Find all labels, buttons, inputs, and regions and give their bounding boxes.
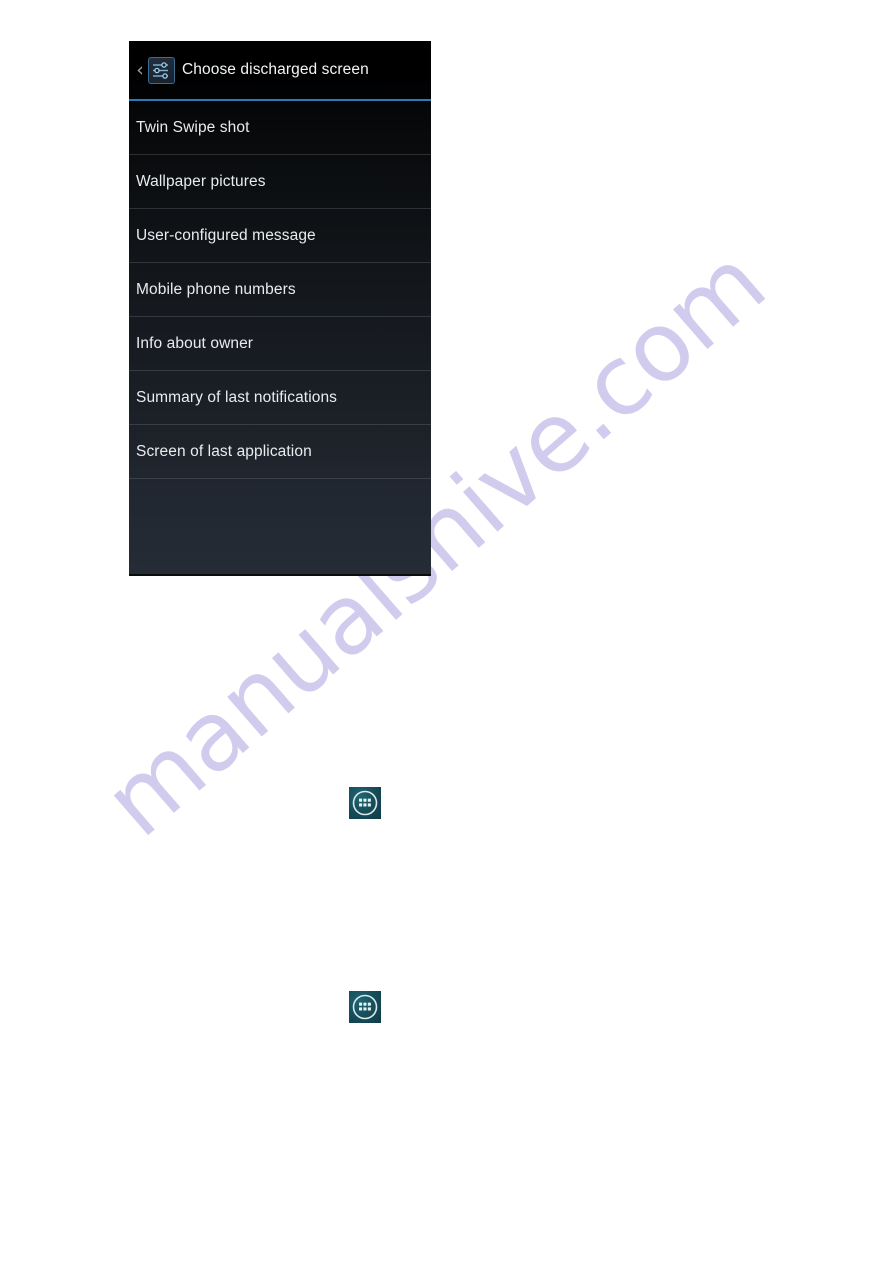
back-chevron-icon[interactable]: ‹: [134, 60, 146, 80]
list-item-summary-of-last-notifications[interactable]: Summary of last notifications: [129, 371, 431, 425]
list-item-user-configured-message[interactable]: User-configured message: [129, 209, 431, 263]
list-item-twin-swipe-shot[interactable]: Twin Swipe shot: [129, 101, 431, 155]
list-item-label: Twin Swipe shot: [136, 118, 250, 136]
list-item-label: Summary of last notifications: [136, 388, 338, 406]
app-drawer-icon[interactable]: [349, 787, 381, 819]
discharged-screen-options-list: Twin Swipe shot Wallpaper pictures User-…: [129, 101, 431, 574]
list-item-screen-of-last-application[interactable]: Screen of last application: [129, 425, 431, 479]
action-bar: ‹ Choose discharged screen: [129, 41, 431, 101]
app-drawer-icon[interactable]: [349, 991, 381, 1023]
list-item-label: Mobile phone numbers: [136, 280, 296, 298]
list-item-label: User-configured message: [136, 226, 316, 244]
list-item-label: Screen of last application: [136, 442, 312, 460]
page-title: Choose discharged screen: [182, 61, 369, 78]
list-empty-area: [129, 479, 431, 572]
list-item-mobile-phone-numbers[interactable]: Mobile phone numbers: [129, 263, 431, 317]
list-item-info-about-owner[interactable]: Info about owner: [129, 317, 431, 371]
list-item-label: Wallpaper pictures: [136, 172, 266, 190]
list-item-wallpaper-pictures[interactable]: Wallpaper pictures: [129, 155, 431, 209]
list-item-label: Info about owner: [136, 334, 254, 352]
settings-sliders-icon: [148, 56, 175, 84]
phone-screenshot-panel: ‹ Choose discharged screen Twin Swipe sh…: [129, 41, 431, 576]
